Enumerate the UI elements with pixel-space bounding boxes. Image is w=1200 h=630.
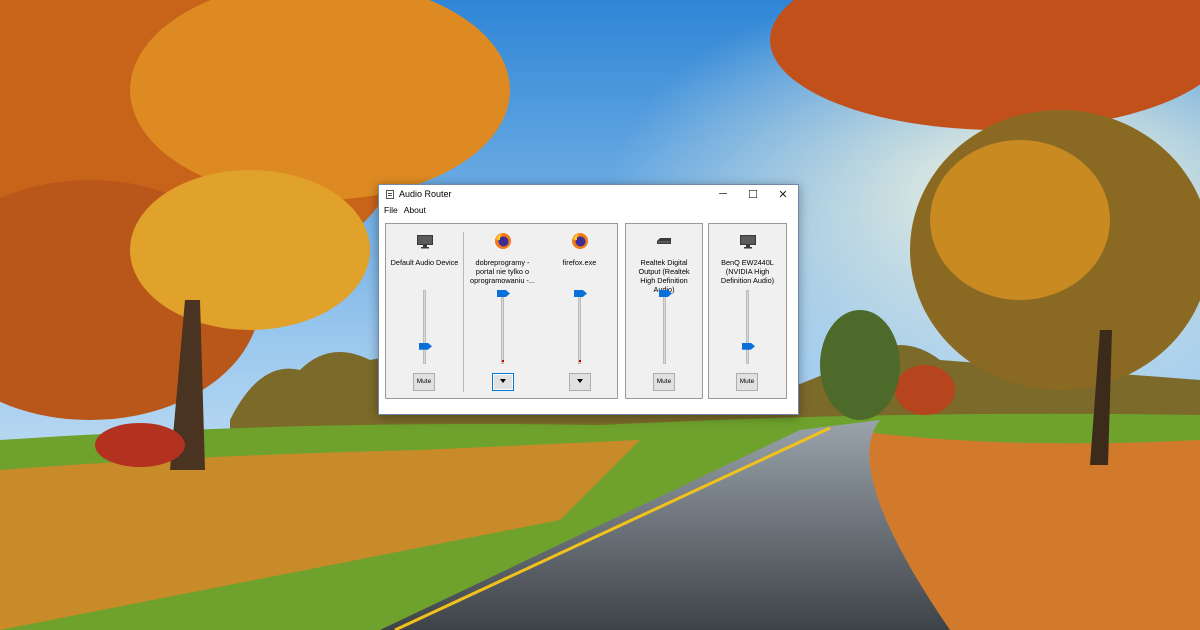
title-bar[interactable]: Audio Router ─ ☐ ✕ [379,185,798,203]
volume-slider-track[interactable] [578,290,581,364]
strip-app-dobreprogramy: dobreprogramy - portal nie tylko o oprog… [464,224,541,398]
device-panel-benq: BenQ EW2440L (NVIDIA High Definition Aud… [708,223,787,399]
peak-marker [502,360,504,362]
firefox-icon [571,233,588,249]
volume-slider-thumb[interactable] [497,290,510,297]
device-panel-realtek: Realtek Digital Output (Realtek High Def… [625,223,703,399]
volume-slider-track[interactable] [423,290,426,364]
mute-button[interactable]: Mute [413,373,435,391]
device-label: Default Audio Device [390,258,459,267]
monitor-icon [416,235,433,249]
strip-benq-monitor: BenQ EW2440L (NVIDIA High Definition Aud… [709,224,786,398]
audio-router-window[interactable]: Audio Router ─ ☐ ✕ File About Default Au… [378,184,799,415]
volume-slider-thumb[interactable] [419,342,432,350]
route-dropdown-button[interactable] [492,373,514,391]
strip-realtek-digital-output: Realtek Digital Output (Realtek High Def… [626,224,702,398]
close-button[interactable]: ✕ [768,185,798,203]
peak-marker [579,360,581,362]
receiver-icon [657,238,671,244]
device-label: BenQ EW2440L (NVIDIA High Definition Aud… [720,258,775,285]
mute-button[interactable]: Mute [736,373,758,391]
route-dropdown-button[interactable] [569,373,591,391]
menu-about[interactable]: About [403,205,431,215]
volume-slider-track[interactable] [663,290,666,364]
default-device-panel: Default Audio Device Mute dobreprogramy … [385,223,618,399]
app-label: firefox.exe [562,258,597,267]
strip-default-audio-device: Default Audio Device Mute [386,224,463,398]
chevron-down-icon [577,379,583,384]
volume-slider-thumb[interactable] [742,342,755,350]
app-label: dobreprogramy - portal nie tylko o oprog… [470,258,535,285]
firefox-icon [494,233,511,249]
chevron-down-icon [500,379,506,384]
monitor-icon [739,235,756,249]
app-icon [386,189,394,199]
minimize-button[interactable]: ─ [708,185,738,203]
volume-slider-track[interactable] [501,290,504,364]
mixer-area: Default Audio Device Mute dobreprogramy … [385,223,792,401]
volume-slider-track[interactable] [746,290,749,364]
strip-app-firefox: firefox.exe [541,224,618,398]
mute-button[interactable]: Mute [653,373,675,391]
window-title: Audio Router [399,189,452,199]
maximize-button[interactable]: ☐ [738,185,768,203]
menu-file[interactable]: File [383,205,403,215]
menu-bar: File About [379,203,798,217]
volume-slider-thumb[interactable] [574,290,587,297]
device-label: Realtek Digital Output (Realtek High Def… [638,258,690,294]
